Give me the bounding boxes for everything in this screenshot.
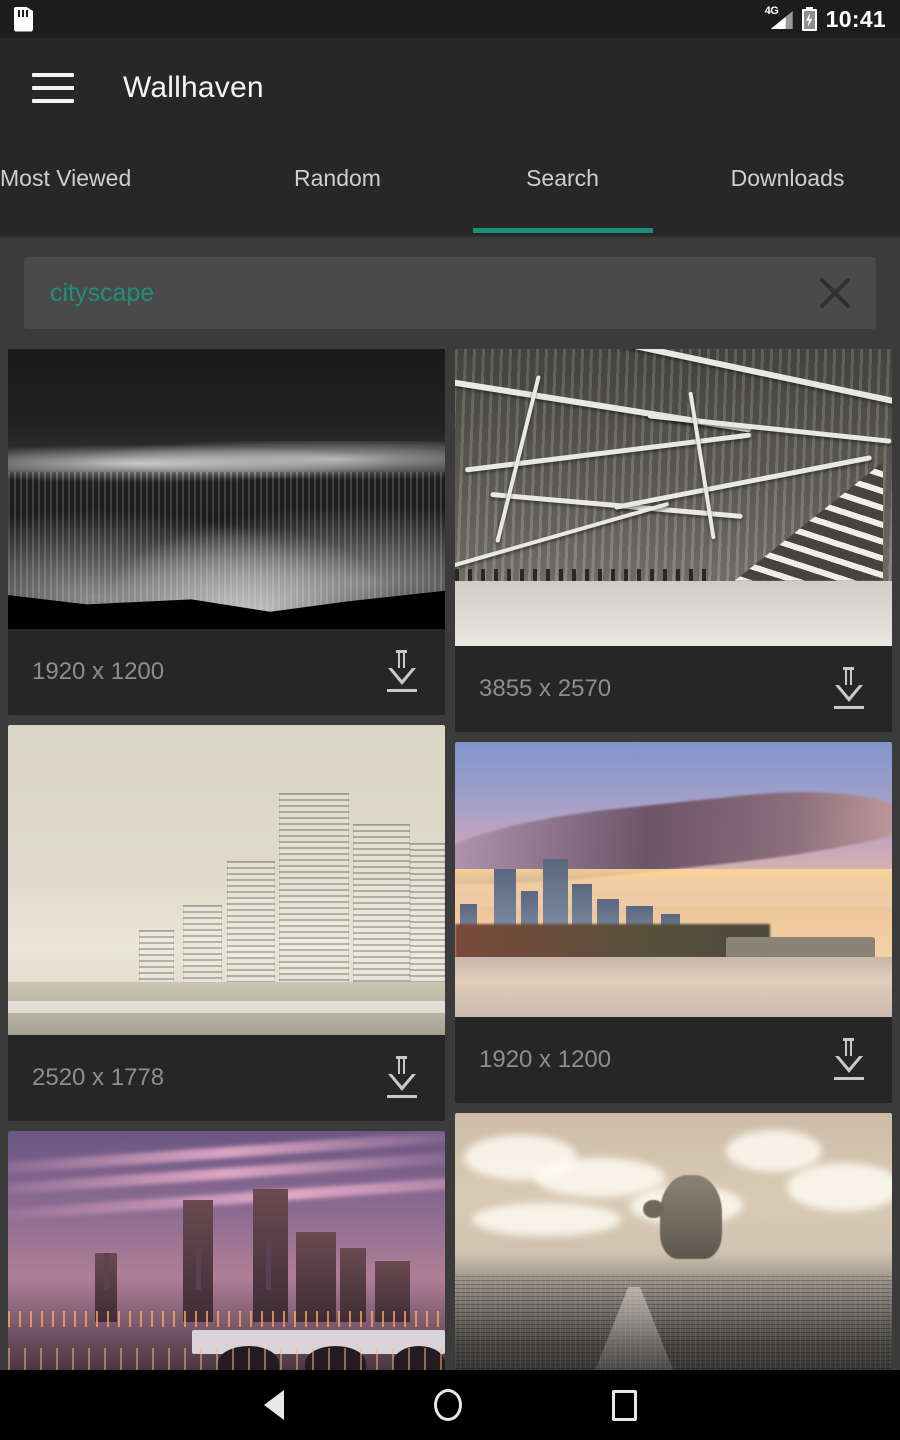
wallpaper-thumbnail[interactable] (8, 1131, 445, 1396)
status-bar: 4G 10:41 (0, 0, 900, 38)
wallpaper-meta: 3855 x 2570 (455, 646, 892, 732)
wallpaper-dimensions: 2520 x 1778 (32, 1064, 165, 1091)
back-triangle-icon[interactable] (263, 1390, 284, 1420)
tab-search[interactable]: Search (450, 138, 675, 233)
wallpaper-thumbnail[interactable] (455, 349, 892, 646)
download-icon[interactable] (830, 1038, 868, 1082)
tab-label: Random (294, 165, 381, 191)
network-type-label: 4G (764, 5, 779, 17)
android-navigation-bar (0, 1370, 900, 1440)
wallpaper-thumbnail[interactable] (455, 1113, 892, 1393)
wallpaper-thumbnail[interactable] (455, 742, 892, 1017)
tab-most-viewed[interactable]: Most Viewed (0, 138, 225, 233)
tab-bar: Most Viewed Random Search Downloads (0, 138, 900, 233)
wallpaper-meta: 1920 x 1200 (8, 629, 445, 715)
wallpaper-thumbnail[interactable] (8, 725, 445, 1035)
tab-downloads[interactable]: Downloads (675, 138, 900, 233)
app-screen: 4G 10:41 Wallhaven Most Viewed Random Se… (0, 0, 900, 1440)
wallpaper-meta: 1920 x 1200 (455, 1017, 892, 1103)
wallpaper-card[interactable]: 1920 x 1200 (8, 349, 445, 715)
page-title: Wallhaven (123, 71, 264, 104)
wallpaper-card[interactable] (8, 1131, 445, 1396)
wallpaper-dimensions: 1920 x 1200 (32, 658, 165, 685)
app-toolbar: Wallhaven (0, 38, 900, 138)
wallpaper-card[interactable] (455, 1113, 892, 1393)
signal-bars-icon: 4G (764, 5, 793, 31)
status-bar-right: 4G 10:41 (765, 6, 886, 33)
status-bar-left (14, 6, 33, 32)
tab-random[interactable]: Random (225, 138, 450, 233)
wallpaper-card[interactable]: 3855 x 2570 (455, 349, 892, 732)
download-icon[interactable] (383, 1056, 421, 1100)
home-circle-icon[interactable] (433, 1389, 462, 1421)
battery-charging-icon (801, 7, 817, 31)
search-input[interactable]: cityscape (50, 279, 816, 308)
wallpaper-card[interactable]: 1920 x 1200 (455, 742, 892, 1103)
grid-column-left: 1920 x 1200 2520 x 1778 (8, 349, 445, 1396)
hamburger-menu-icon[interactable] (32, 73, 74, 103)
recents-square-icon[interactable] (611, 1389, 637, 1421)
status-bar-clock: 10:41 (825, 5, 886, 32)
wallpaper-meta: 2520 x 1778 (8, 1035, 445, 1121)
search-field[interactable]: cityscape (24, 257, 876, 329)
wallpaper-grid: 1920 x 1200 2520 x 1778 3855 x 2570 1920… (0, 349, 900, 1396)
wallpaper-thumbnail[interactable] (8, 349, 445, 629)
sd-card-icon (14, 6, 33, 32)
download-icon[interactable] (383, 650, 421, 694)
search-section: cityscape (0, 239, 900, 349)
download-icon[interactable] (830, 667, 868, 711)
wallpaper-dimensions: 3855 x 2570 (479, 675, 612, 702)
wallpaper-dimensions: 1920 x 1200 (479, 1046, 612, 1073)
tab-label: Downloads (730, 165, 845, 191)
wallpaper-card[interactable]: 2520 x 1778 (8, 725, 445, 1121)
tab-label: Most Viewed (0, 165, 132, 191)
tab-label: Search (526, 165, 599, 191)
grid-column-right: 3855 x 2570 1920 x 1200 (455, 349, 892, 1396)
clear-x-icon[interactable] (816, 274, 854, 312)
